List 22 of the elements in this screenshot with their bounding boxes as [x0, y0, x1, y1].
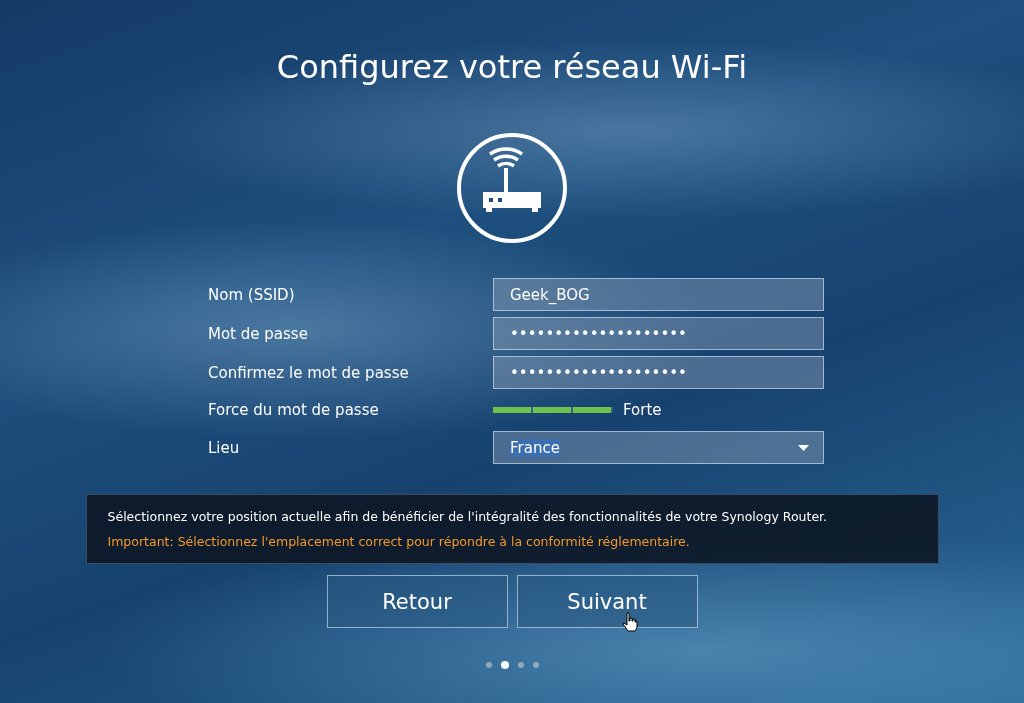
input-field[interactable]: •••••••••••••••••••• [493, 356, 824, 389]
input-field[interactable]: Geek_BOG [493, 278, 824, 311]
notice-message: Sélectionnez votre position actuelle afin de bénéficier de l'intégralité des fonctionnalités de votre Synology Router. [107, 509, 829, 524]
next-button[interactable]: Suivant [516, 575, 698, 628]
field-label: Force du mot de passe [208, 401, 380, 419]
page-dot[interactable] [532, 662, 539, 668]
caret-icon [798, 445, 809, 451]
warning-message: Important: Sélectionnez l'emplacement correct pour répondre à la conformité réglementaire. [107, 534, 691, 549]
field-label: Nom (SSID) [208, 285, 296, 304]
input-field[interactable]: •••••••••••••••••••• [493, 317, 824, 350]
page-dot[interactable] [500, 661, 509, 669]
page-title: Configurez votre réseau Wi-Fi [276, 48, 748, 86]
page-dot[interactable] [485, 662, 492, 668]
strength-reading: Forte [623, 401, 662, 419]
field-label: Confirmez le mot de passe [208, 363, 410, 382]
back-button[interactable]: Retour [326, 575, 508, 628]
hand-cursor-icon [622, 612, 638, 632]
location-dropdown[interactable]: France [493, 431, 824, 464]
field-label: Lieu [208, 438, 241, 457]
router-icon [456, 132, 568, 244]
field-label: Mot de passe [208, 324, 309, 343]
page-dot[interactable] [517, 662, 524, 668]
